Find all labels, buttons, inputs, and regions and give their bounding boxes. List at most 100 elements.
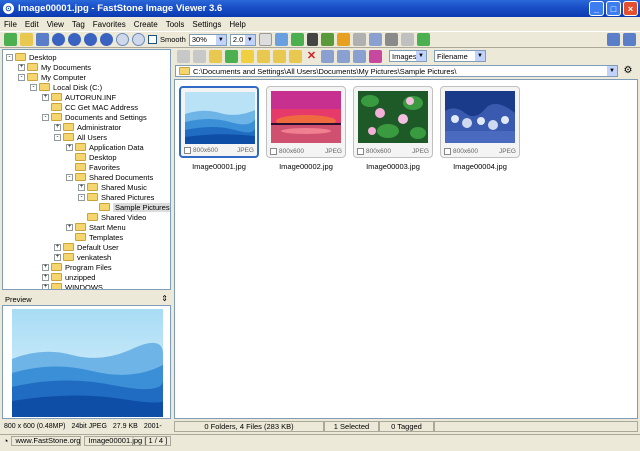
ratio-select[interactable]: 2.0 ▼	[229, 33, 256, 46]
tree-item[interactable]: + Shared Music	[78, 182, 147, 192]
tree-item[interactable]: - Shared Pictures	[78, 192, 154, 202]
thumbnail[interactable]: 800x600 JPEG	[353, 86, 433, 158]
last-image-icon[interactable]	[100, 33, 113, 46]
menu-tag[interactable]: Tag	[72, 20, 85, 29]
tree-item[interactable]: + Default User	[54, 242, 119, 252]
expand-node-icon[interactable]: +	[42, 93, 49, 101]
delete-icon[interactable]: ✕	[305, 50, 318, 63]
thumbnail[interactable]: 800x600 JPEG	[440, 86, 520, 158]
expand-node-icon[interactable]: +	[42, 283, 49, 289]
tree-item[interactable]: + venkatesh	[54, 252, 111, 262]
thumbnail-caption[interactable]: Image00003.jpg	[348, 162, 438, 171]
collapse-node-icon[interactable]: -	[30, 83, 37, 91]
resize-icon[interactable]	[320, 33, 334, 46]
zoom-select[interactable]: 30% ▼	[188, 33, 227, 46]
rename-icon[interactable]	[321, 49, 334, 63]
collapse-icon[interactable]: ⇕	[161, 294, 168, 303]
tree-item[interactable]: - Documents and Settings	[42, 112, 147, 122]
expand-node-icon[interactable]: +	[66, 223, 73, 231]
tree-item[interactable]: + Administrator	[54, 122, 121, 132]
website-link[interactable]: www.FastStone.org	[11, 435, 82, 446]
forward-icon[interactable]	[193, 49, 206, 63]
tree-item[interactable]: - Shared Documents	[66, 172, 153, 182]
tree-item[interactable]: + WINDOWS	[42, 282, 103, 289]
tree-item[interactable]: Templates	[66, 232, 123, 242]
tree-item[interactable]: Sample Pictures	[90, 202, 170, 212]
folder-tree[interactable]: - Desktop + My Documents - My Computer - Local …	[2, 49, 171, 290]
tree-item[interactable]: Shared Video	[78, 212, 146, 222]
new-folder-icon[interactable]	[257, 49, 270, 63]
layout-icon[interactable]	[607, 33, 620, 46]
menu-favorites[interactable]: Favorites	[93, 20, 126, 29]
print-icon[interactable]	[400, 33, 414, 46]
open-icon[interactable]	[4, 33, 17, 46]
app-icon[interactable]: ⊙	[3, 3, 14, 14]
crop-icon[interactable]	[306, 33, 318, 46]
fullscreen-icon[interactable]	[274, 33, 288, 46]
previous-image-icon[interactable]	[68, 33, 81, 46]
tree-item[interactable]: Desktop	[66, 152, 117, 162]
tree-item[interactable]: + Program Files	[42, 262, 112, 272]
settings-icon[interactable]: ⚙	[621, 65, 635, 77]
chevron-down-icon[interactable]: ▼	[607, 66, 617, 76]
thumbnail-caption[interactable]: Image00002.jpg	[261, 162, 351, 171]
thumbnail-area[interactable]: 800x600 JPEG Image00001.jpg 800x600 JPEG Imag…	[174, 79, 638, 419]
up-folder-icon[interactable]	[209, 49, 222, 63]
expand-node-icon[interactable]: +	[54, 253, 61, 261]
expand-node-icon[interactable]: +	[66, 143, 73, 151]
tree-item[interactable]: CC Get MAC Address	[42, 102, 138, 112]
thumbnail-checkbox[interactable]	[270, 148, 277, 155]
tree-item[interactable]: + Start Menu	[66, 222, 126, 232]
expand-node-icon[interactable]: +	[42, 273, 49, 281]
red-eye-icon[interactable]	[352, 33, 366, 46]
tree-item[interactable]: - Local Disk (C:)	[30, 82, 102, 92]
menu-settings[interactable]: Settings	[192, 20, 221, 29]
zoom-in-icon[interactable]	[116, 33, 129, 46]
expand-node-icon[interactable]: +	[54, 123, 61, 131]
list-view-icon[interactable]	[353, 49, 366, 63]
address-bar[interactable]: C:\Documents and Settings\All Users\Docu…	[175, 65, 618, 77]
menu-edit[interactable]: Edit	[25, 20, 39, 29]
sort-select[interactable]: Filename ▼	[434, 50, 486, 62]
tree-item[interactable]: - All Users	[54, 132, 107, 142]
menu-tools[interactable]: Tools	[166, 20, 185, 29]
thumbnail-caption[interactable]: Image00001.jpg	[174, 162, 264, 171]
tree-item[interactable]: + My Documents	[18, 62, 91, 72]
thumbnail-checkbox[interactable]	[184, 147, 191, 154]
smooth-checkbox[interactable]	[148, 35, 157, 44]
thumbnail-caption[interactable]: Image00004.jpg	[435, 162, 525, 171]
thumbnail[interactable]: 800x600 JPEG	[266, 86, 346, 158]
thumbnail[interactable]: 800x600 JPEG	[179, 86, 259, 158]
minimize-button[interactable]: _	[589, 1, 604, 16]
email-icon[interactable]	[384, 33, 398, 46]
thumbnail-view-icon[interactable]	[337, 49, 350, 63]
tree-item[interactable]: + Application Data	[66, 142, 144, 152]
rotate-icon[interactable]	[290, 33, 304, 46]
tag-icon[interactable]	[369, 49, 382, 63]
expand-node-icon[interactable]: +	[54, 243, 61, 251]
favorites-icon[interactable]	[241, 49, 254, 63]
expand-node-icon[interactable]: +	[78, 183, 85, 191]
tree-item[interactable]: Favorites	[66, 162, 120, 172]
layout-alt-icon[interactable]	[623, 33, 636, 46]
move-to-icon[interactable]	[289, 49, 302, 63]
collapse-node-icon[interactable]: -	[6, 53, 13, 61]
wallpaper-icon[interactable]	[416, 33, 430, 46]
browse-icon[interactable]	[20, 33, 33, 46]
hand-tool-icon[interactable]	[258, 33, 272, 46]
menu-create[interactable]: Create	[134, 20, 158, 29]
zoom-out-icon[interactable]	[132, 33, 145, 46]
close-button[interactable]: ×	[623, 1, 638, 16]
thumbnail-checkbox[interactable]	[444, 148, 451, 155]
menu-help[interactable]: Help	[229, 20, 245, 29]
next-image-icon[interactable]	[84, 33, 97, 46]
collapse-node-icon[interactable]: -	[66, 173, 73, 181]
copy-to-icon[interactable]	[273, 49, 286, 63]
menu-file[interactable]: File	[4, 20, 17, 29]
save-icon[interactable]	[36, 33, 49, 46]
maximize-button[interactable]: □	[606, 1, 621, 16]
tree-item[interactable]: + unzipped	[42, 272, 95, 282]
collapse-node-icon[interactable]: -	[42, 113, 49, 121]
tree-item[interactable]: - Desktop	[6, 52, 57, 62]
tree-item[interactable]: + AUTORUN.INF	[42, 92, 116, 102]
